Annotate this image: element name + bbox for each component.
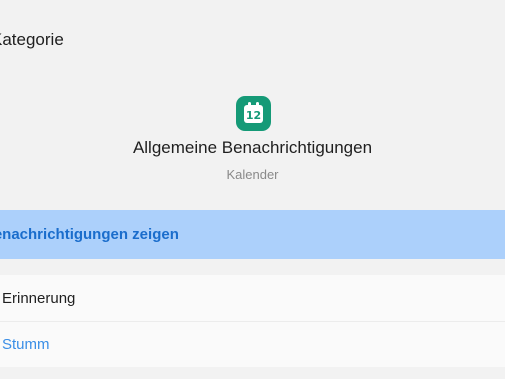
show-notifications-label: Benachrichtigungen zeigen <box>0 226 179 243</box>
channel-name: Allgemeine Benachrichtigungen <box>132 138 373 157</box>
option-mute[interactable]: Stumm <box>0 321 505 367</box>
calendar-day-label: 12 <box>245 109 262 122</box>
page-title: Kategorie <box>0 30 64 49</box>
calendar-icon: 12 <box>236 96 271 131</box>
app-name: Kalender <box>226 167 279 182</box>
notification-style-list: Erinnerung Stumm <box>0 275 505 367</box>
option-reminder[interactable]: Erinnerung <box>0 275 505 321</box>
option-reminder-label: Erinnerung <box>2 289 76 307</box>
option-mute-label: Stumm <box>2 336 50 353</box>
show-notifications-toggle[interactable]: Benachrichtigungen zeigen <box>0 210 505 259</box>
